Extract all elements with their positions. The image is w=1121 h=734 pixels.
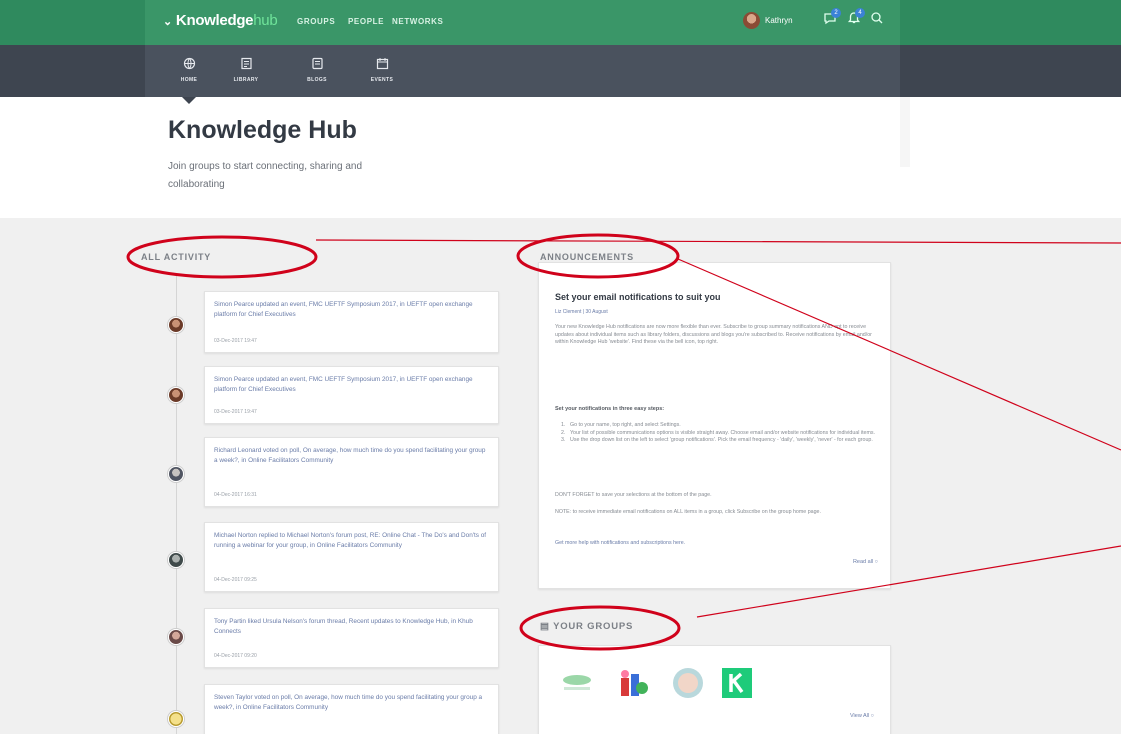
header-divider [900, 97, 910, 167]
group-logo[interactable] [615, 666, 649, 700]
activity-item[interactable]: Tony Partin liked Ursula Nelson's forum … [204, 608, 499, 668]
page-title: Knowledge Hub [168, 116, 357, 144]
help-link[interactable]: Get more help with notifications and sub… [555, 540, 685, 546]
announcements-heading: ANNOUNCEMENTS [540, 252, 634, 262]
activity-avatar[interactable] [168, 466, 184, 482]
page-tagline: Join groups to start connecting, sharing… [168, 161, 363, 190]
activity-text[interactable]: Richard Leonard voted on poll, On averag… [214, 446, 489, 466]
brand-logo[interactable]: ⌄ Knowledgehub [163, 12, 278, 29]
activity-date: 03-Dec-2017 19:47 [214, 409, 257, 415]
view-all-groups-link[interactable]: View All ○ [850, 713, 874, 719]
activity-item[interactable]: Simon Pearce updated an event, FMC UEFTF… [204, 291, 499, 353]
activity-item[interactable]: Simon Pearce updated an event, FMC UEFTF… [204, 366, 499, 424]
groups-heading: ▤ YOUR GROUPS [540, 621, 634, 632]
user-name[interactable]: Kathryn [765, 16, 793, 25]
group-logo[interactable] [720, 666, 754, 700]
activity-text[interactable]: Simon Pearce updated an event, FMC UEFTF… [214, 300, 489, 320]
brand-name: Knowledge [175, 12, 254, 29]
groups-card: View All ○ [538, 645, 891, 734]
announcement-step: 3. Use the drop down list on the left to … [561, 437, 873, 443]
subnav-events[interactable]: EVENTS [362, 57, 402, 83]
group-logo[interactable] [671, 666, 705, 700]
activity-heading: ALL ACTIVITY [141, 252, 212, 262]
announcement-card: Set your email notifications to suit you… [538, 262, 891, 589]
activity-item[interactable]: Steven Taylor voted on poll, On average,… [204, 684, 499, 734]
activity-date: 04-Dec-2017 16:31 [214, 492, 257, 498]
activity-avatar[interactable] [168, 317, 184, 333]
subnav-label: LIBRARY [233, 77, 259, 83]
activity-text[interactable]: Tony Partin liked Ursula Nelson's forum … [214, 617, 489, 637]
brand-suffix: hub [253, 12, 278, 29]
announcement-steps: 1. Go to your name, top right, and select… [561, 422, 877, 445]
subnav-home[interactable]: HOME [169, 57, 209, 83]
messages-icon[interactable]: 2 [821, 8, 841, 31]
nav-networks[interactable]: NETWORKS [392, 17, 443, 26]
subnav-label: EVENTS [370, 77, 394, 83]
nav-people[interactable]: PEOPLE [348, 17, 384, 26]
subnav-label: HOME [180, 77, 198, 83]
announcement-intro: Your new Knowledge Hub notifications are… [555, 324, 872, 345]
activity-item[interactable]: Michael Norton replied to Michael Norton… [204, 522, 499, 592]
announcement-step: 2. Your list of possible communications o… [561, 429, 876, 436]
notifications-badge: 4 [855, 8, 865, 18]
timeline-line [176, 275, 177, 734]
group-logo[interactable] [560, 666, 594, 700]
activity-date: 04-Dec-2017 09:20 [214, 653, 257, 659]
activity-text[interactable]: Steven Taylor voted on poll, On average,… [214, 693, 489, 713]
announcement-step: 1. Go to your name, top right, and select… [561, 422, 681, 428]
announcement-steps-heading: Set your notifications in three easy ste… [555, 406, 665, 412]
announcement-note: NOTE: to receive immediate email notific… [555, 509, 821, 515]
announcement-title[interactable]: Set your email notifications to suit you [555, 292, 721, 302]
search-icon[interactable] [868, 11, 886, 31]
activity-avatar[interactable] [168, 629, 184, 645]
bell-icon[interactable]: 4 [845, 8, 865, 31]
messages-badge: 2 [831, 8, 841, 18]
activity-avatar[interactable] [168, 711, 184, 727]
subnav-label: BLOGS [307, 77, 327, 83]
calendar-icon [362, 57, 402, 73]
activity-item[interactable]: Richard Leonard voted on poll, On averag… [204, 437, 499, 507]
announcement-meta[interactable]: Liz Clement | 30 August [555, 309, 608, 315]
activity-date: 04-Dec-2017 09:25 [214, 577, 257, 583]
activity-date: 03-Dec-2017 19:47 [214, 338, 257, 344]
globe-icon [169, 57, 209, 73]
groups-icon: ▤ [540, 621, 550, 632]
announcement-dont-forget: DON'T FORGET to save your selections at … [555, 492, 712, 498]
library-icon [226, 57, 266, 73]
activity-avatar[interactable] [168, 387, 184, 403]
user-avatar[interactable] [743, 12, 760, 29]
blog-icon [297, 57, 337, 73]
activity-text[interactable]: Michael Norton replied to Michael Norton… [214, 531, 489, 551]
read-all-link[interactable]: Read all ○ [853, 559, 878, 565]
activity-text[interactable]: Simon Pearce updated an event, FMC UEFTF… [214, 375, 489, 395]
active-tab-indicator [182, 97, 196, 104]
chevron-down-icon: ⌄ [163, 16, 172, 28]
subnav-library[interactable]: LIBRARY [226, 57, 266, 83]
activity-avatar[interactable] [168, 552, 184, 568]
subnav-blogs[interactable]: BLOGS [297, 57, 337, 83]
nav-groups[interactable]: GROUPS [297, 17, 335, 26]
